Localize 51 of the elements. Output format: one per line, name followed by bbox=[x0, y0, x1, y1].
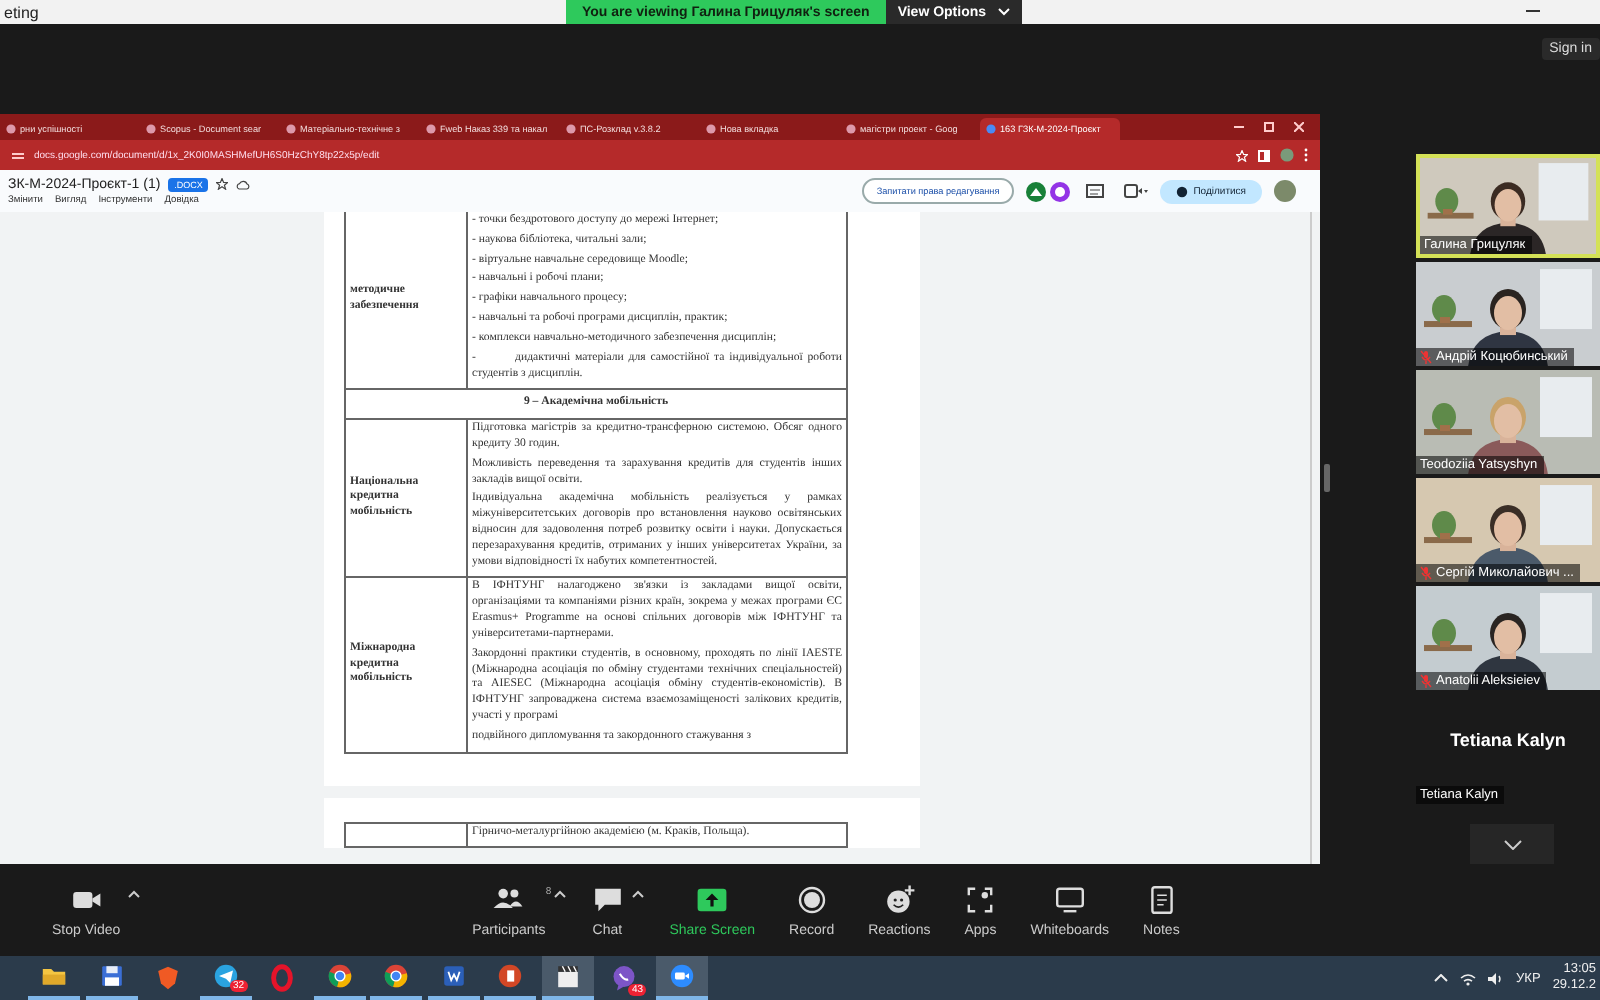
floppy-icon bbox=[97, 962, 125, 990]
whiteboard-icon bbox=[1053, 883, 1086, 915]
star-icon[interactable] bbox=[216, 178, 229, 190]
minimize-icon[interactable] bbox=[1234, 122, 1244, 132]
video-camera-icon[interactable] bbox=[1123, 184, 1148, 198]
chat-bubble-icon bbox=[591, 883, 624, 915]
record-icon bbox=[795, 883, 828, 915]
comment-icon[interactable] bbox=[1085, 183, 1104, 199]
caret-icon[interactable] bbox=[128, 889, 141, 897]
sidebar-icon[interactable] bbox=[1258, 149, 1270, 161]
close-icon[interactable] bbox=[1294, 122, 1304, 132]
chevron-down-icon bbox=[998, 8, 1011, 16]
cloud-icon[interactable] bbox=[236, 179, 251, 189]
caret-icon[interactable] bbox=[631, 889, 644, 897]
clapper-icon bbox=[553, 962, 581, 990]
profile-icon[interactable] bbox=[1025, 181, 1046, 201]
taskbar-app[interactable] bbox=[541, 956, 593, 1000]
video-app-icon bbox=[667, 962, 695, 990]
participant-display-name: Tetiana Kalyn bbox=[1448, 730, 1568, 751]
profile-icon[interactable] bbox=[1049, 181, 1070, 201]
chevron-up-icon[interactable] bbox=[1434, 974, 1449, 982]
maximize-icon[interactable] bbox=[1264, 122, 1274, 132]
site-icon bbox=[426, 124, 436, 134]
chrome-icon bbox=[325, 962, 353, 990]
word-icon bbox=[439, 962, 467, 990]
caret-icon[interactable] bbox=[553, 889, 566, 897]
site-icon bbox=[846, 124, 856, 134]
muted-mic-icon bbox=[1420, 674, 1432, 689]
ring-icon bbox=[268, 964, 296, 992]
wifi-icon[interactable] bbox=[1460, 971, 1477, 985]
shield-icon bbox=[154, 964, 182, 992]
site-icon bbox=[6, 124, 16, 134]
smiley-icon bbox=[883, 883, 916, 915]
speaker-icon[interactable] bbox=[1488, 971, 1505, 985]
site-icon bbox=[986, 124, 996, 134]
chrome-icon bbox=[382, 962, 410, 990]
taskbar-app[interactable] bbox=[655, 956, 707, 1000]
resize-handle[interactable] bbox=[1324, 464, 1330, 492]
window-title: eting bbox=[2, 3, 39, 21]
site-icon bbox=[566, 124, 576, 134]
apps-icon bbox=[964, 883, 997, 915]
site-icon bbox=[146, 124, 156, 134]
chevron-down-icon bbox=[1503, 839, 1521, 850]
muted-mic-icon bbox=[1420, 350, 1432, 365]
slides-icon bbox=[496, 962, 524, 990]
notes-icon bbox=[1145, 883, 1178, 915]
site-icon bbox=[706, 124, 716, 134]
muted-mic-icon bbox=[1420, 566, 1432, 581]
site-icon bbox=[286, 124, 296, 134]
site-settings-icon[interactable] bbox=[12, 149, 24, 161]
avatar-icon[interactable] bbox=[1274, 180, 1296, 202]
